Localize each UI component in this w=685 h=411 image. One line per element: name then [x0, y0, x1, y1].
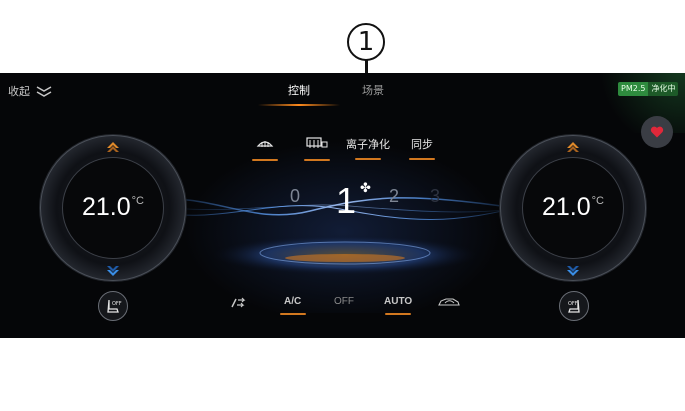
airflow-mode-button[interactable]	[229, 296, 249, 311]
chevron-up-icon	[107, 142, 119, 152]
chevron-down-icon	[567, 266, 579, 276]
collapse-label: 收起	[8, 85, 30, 98]
left-temp-up-button[interactable]	[106, 138, 120, 157]
pm25-label: PM2.5	[618, 82, 649, 96]
auto-button[interactable]: AUTO	[384, 296, 413, 315]
rear-defrost-button[interactable]	[304, 136, 330, 161]
ac-label: A/C	[284, 296, 302, 307]
auto-label: AUTO	[384, 296, 413, 307]
left-temperature-dial[interactable]: 21.0°C	[40, 135, 186, 281]
left-temperature: 21.0°C	[40, 193, 186, 222]
right-temperature: 21.0°C	[500, 193, 646, 222]
auto-indicator	[385, 313, 412, 315]
front-defrost-indicator	[252, 159, 278, 161]
callout-number: 1	[357, 27, 375, 57]
right-temp-up-button[interactable]	[566, 138, 580, 157]
seat-heat-icon: OFF	[107, 299, 122, 313]
heart-icon	[650, 126, 664, 138]
rear-defrost-indicator	[304, 159, 330, 161]
tab-scene[interactable]: 场景	[362, 82, 384, 98]
callout-marker: 1	[347, 23, 385, 61]
right-temperature-unit: °C	[591, 195, 604, 207]
car-recirculation-icon	[438, 298, 460, 306]
front-defrost-button[interactable]	[252, 136, 278, 161]
ac-indicator	[279, 313, 306, 315]
fan-speed-platform	[213, 235, 477, 275]
pm25-badge[interactable]: PM2.5 净化中	[618, 82, 679, 96]
sync-indicator	[409, 158, 435, 160]
fan-icon: ✤	[360, 181, 371, 196]
front-defrost-icon	[256, 141, 274, 147]
sync-button[interactable]: 同步	[409, 136, 435, 160]
ion-purify-indicator	[355, 158, 381, 160]
sync-label: 同步	[411, 138, 433, 151]
ion-purify-label: 离子净化	[346, 138, 390, 151]
svg-text:OFF: OFF	[568, 301, 578, 307]
chevron-up-icon	[567, 142, 579, 152]
right-temp-down-button[interactable]	[566, 262, 580, 281]
climate-control-screen: 收起 控制 场景 PM2.5 净化中 离子净化 同步 0 1 ✤ 2 3 21.…	[0, 73, 685, 338]
rear-defrost-icon	[306, 137, 328, 148]
fan-level-2[interactable]: 2	[389, 186, 399, 207]
right-temperature-value: 21.0	[541, 193, 591, 221]
favorite-button[interactable]	[641, 116, 673, 148]
right-seat-heat-button[interactable]: OFF	[559, 291, 589, 321]
off-label: OFF	[334, 296, 354, 307]
left-temperature-value: 21.0	[81, 193, 131, 221]
ac-button[interactable]: A/C	[279, 296, 306, 315]
left-temperature-unit: °C	[131, 195, 144, 207]
chevron-down-icon	[107, 266, 119, 276]
fan-level-0[interactable]: 0	[290, 186, 300, 207]
fan-level-3[interactable]: 3	[430, 186, 440, 207]
right-temperature-dial[interactable]: 21.0°C	[500, 135, 646, 281]
ion-purify-button[interactable]: 离子净化	[346, 136, 390, 160]
recirculation-button[interactable]	[437, 296, 461, 311]
svg-text:OFF: OFF	[112, 301, 122, 307]
collapse-button[interactable]: 收起	[8, 83, 52, 99]
left-seat-heat-button[interactable]: OFF	[98, 291, 128, 321]
pm25-status: 净化中	[648, 82, 679, 96]
left-temp-down-button[interactable]	[106, 262, 120, 281]
off-button[interactable]: OFF	[334, 296, 354, 307]
tab-control[interactable]: 控制	[258, 82, 340, 106]
fan-level-1[interactable]: 1	[336, 180, 356, 222]
double-chevron-down-icon	[36, 86, 52, 97]
seat-heat-icon: OFF	[568, 299, 580, 313]
airflow-mode-icon	[231, 297, 246, 308]
tab-bar: 控制 场景	[258, 82, 384, 106]
